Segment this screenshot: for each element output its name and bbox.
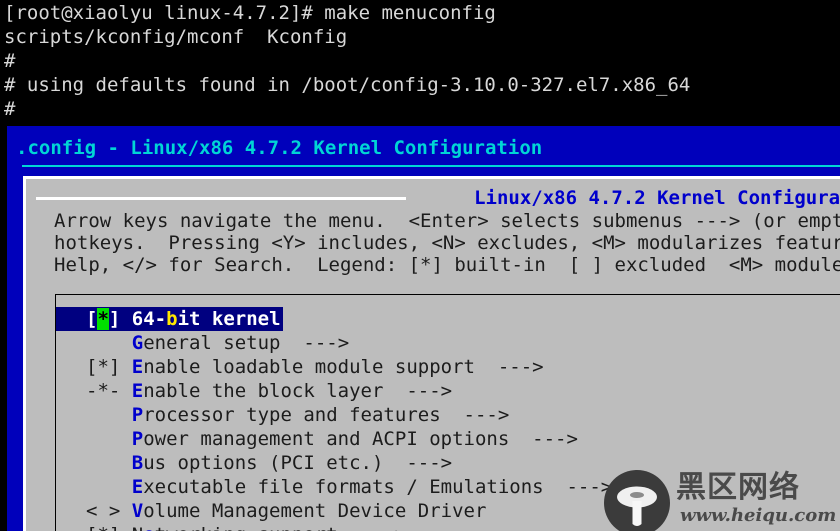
dialog-title: Linux/x86 4.7.2 Kernel Configurati — [474, 187, 840, 209]
menu-item-hotkey: E — [131, 476, 144, 498]
menu-item-label: nable the block layer — [143, 380, 384, 402]
submenu-arrow: ---> — [474, 356, 544, 378]
menu-item-label: olume Management Device Driver — [143, 500, 487, 522]
menu-item-prefix — [86, 428, 132, 450]
help-text-block: Arrow keys navigate the menu. <Enter> se… — [54, 210, 840, 276]
terminal-line: # using defaults found in /boot/config-3… — [4, 74, 691, 96]
help-line: hotkeys. Pressing <Y> includes, <N> excl… — [54, 232, 840, 254]
config-dialog: Linux/x86 4.7.2 Kernel Configurati Arrow… — [23, 176, 840, 531]
menu-item[interactable]: Executable file formats / Emulations ---… — [56, 475, 840, 499]
menu-item-hotkey: B — [131, 452, 144, 474]
menu-item[interactable]: [*] Networking support ---> — [56, 523, 840, 531]
menu-item[interactable]: [*] Enable loadable module support ---> — [56, 355, 840, 379]
menu-item[interactable]: Power management and ACPI options ---> — [56, 427, 840, 451]
menu-item-label: us options (PCI etc.) — [143, 452, 384, 474]
menu-item[interactable]: General setup ---> — [56, 331, 840, 355]
menu-item-label: nable loadable module support — [143, 356, 475, 378]
menu-item-hotkey: V — [131, 500, 144, 522]
menu-item-label: rocessor type and features — [143, 404, 441, 426]
menu-item-hotkey: E — [131, 380, 144, 402]
menu-list[interactable]: [*] 64-bit kernel General setup ---> [*] … — [56, 307, 840, 531]
menu-item-hotkey: P — [131, 428, 144, 450]
menu-item[interactable]: Processor type and features ---> — [56, 403, 840, 427]
menu-item-prefix — [86, 332, 132, 354]
menu-item-prefix: [*] — [86, 524, 132, 531]
menu-item[interactable]: [*] 64-bit kernel — [56, 307, 840, 331]
menu-item[interactable]: -*- Enable the block layer ---> — [56, 379, 840, 403]
menu-item-prefix: [*] — [86, 356, 132, 378]
submenu-arrow: ---> — [280, 332, 350, 354]
menuconfig-window: .config - Linux/x86 4.7.2 Kernel Configu… — [0, 126, 840, 531]
menu-item-prefix — [86, 404, 132, 426]
screen: [root@xiaolyu linux-4.7.2]# make menucon… — [0, 0, 840, 531]
menu-item-prefix — [86, 452, 132, 474]
help-line: Help, </> for Search. Legend: [*] built-… — [54, 254, 840, 276]
menu-item-hotkey: G — [131, 332, 144, 354]
menuconfig-backdrop-title: .config - Linux/x86 4.7.2 Kernel Configu… — [16, 137, 543, 159]
menu-item-label: tworking support — [155, 524, 338, 531]
submenu-arrow: ---> — [440, 404, 510, 426]
menu-item-selected[interactable]: [*] 64-bit kernel — [56, 307, 283, 331]
submenu-arrow: ---> — [383, 452, 453, 474]
menu-item-prefix: -*- — [86, 380, 132, 402]
window-left-edge — [0, 126, 7, 531]
terminal-line: # — [4, 50, 16, 72]
terminal-line: scripts/kconfig/mconf Kconfig — [4, 26, 348, 48]
checkbox-close-bracket: ] — [108, 308, 132, 330]
help-line: Arrow keys navigate the menu. <Enter> se… — [54, 210, 840, 232]
terminal-line: [root@xiaolyu linux-4.7.2]# make menucon… — [4, 2, 496, 24]
menu-item-hotkey: b — [166, 308, 178, 330]
menu-item-label: it kernel — [177, 308, 281, 330]
menu-item-label: xecutable file formats / Emulations — [143, 476, 544, 498]
submenu-arrow: ---> — [543, 476, 613, 498]
menu-item-label-pre: 64- — [131, 308, 167, 330]
menu-item[interactable]: < > Volume Management Device Driver — [56, 499, 840, 523]
menu-item-hotkey: E — [131, 356, 144, 378]
terminal-line: # — [4, 98, 16, 120]
menu-item-prefix — [86, 476, 132, 498]
title-divider — [22, 165, 840, 167]
submenu-arrow: ---> — [509, 428, 578, 450]
menu-item-label-pre: N — [132, 524, 143, 531]
cursor-block: * — [97, 308, 109, 330]
terminal-scrollback: [root@xiaolyu linux-4.7.2]# make menucon… — [0, 0, 840, 126]
menu-item-hotkey: P — [131, 404, 144, 426]
submenu-arrow: ---> — [338, 524, 407, 531]
menu-list-box: [*] 64-bit kernel General setup ---> [*] … — [55, 294, 840, 531]
menu-item-prefix: < > — [86, 500, 132, 522]
menu-item[interactable]: Bus options (PCI etc.) ---> — [56, 451, 840, 475]
menu-item-hotkey: e — [143, 524, 154, 531]
checkbox-open-bracket: [ — [86, 308, 98, 330]
dialog-title-divider — [36, 197, 406, 200]
submenu-arrow: ---> — [383, 380, 453, 402]
menu-item-label: ower management and ACPI options — [143, 428, 510, 450]
menu-item-label: eneral setup — [143, 332, 281, 354]
